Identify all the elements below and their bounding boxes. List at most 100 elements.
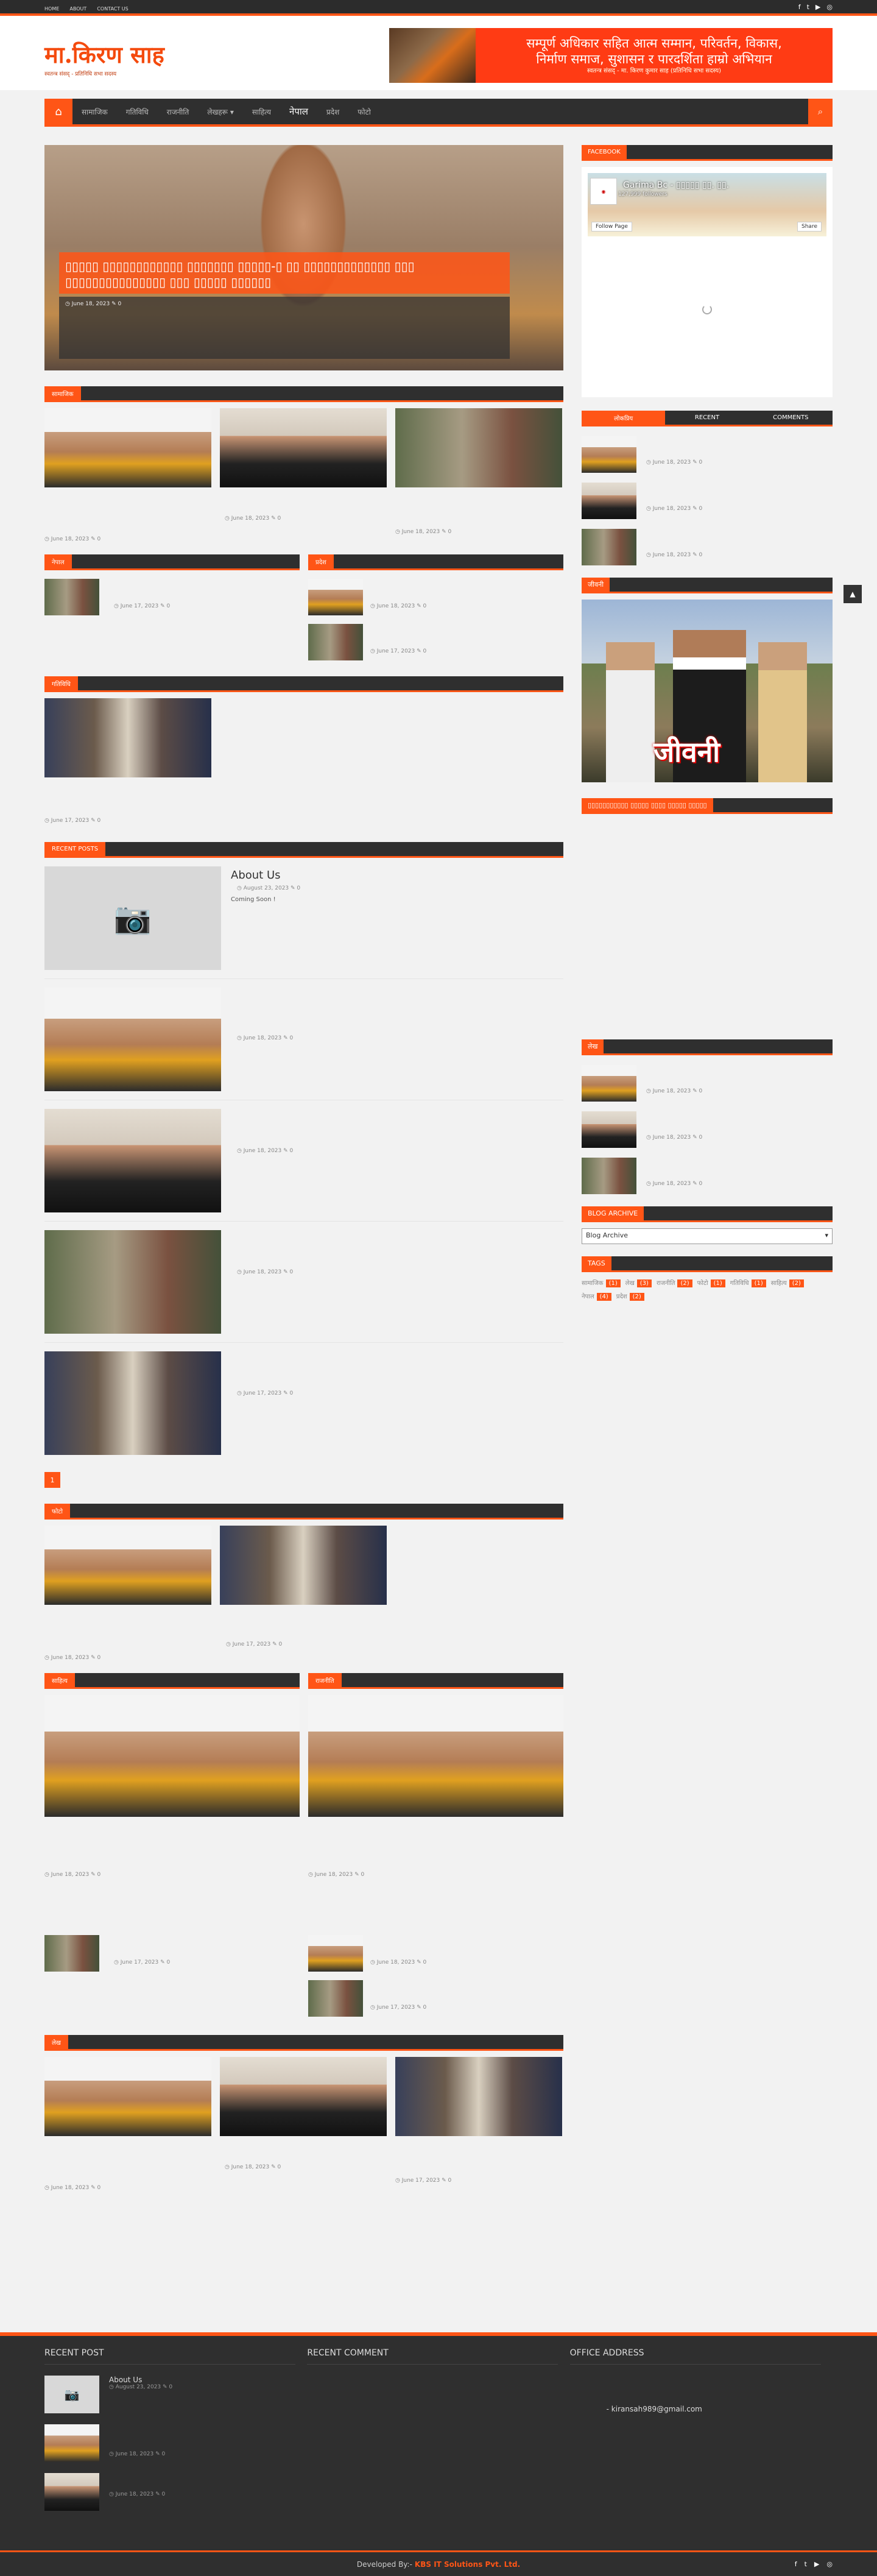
post-thumbnail[interactable] xyxy=(44,579,99,615)
post-thumbnail[interactable] xyxy=(44,1109,221,1212)
footer-post[interactable]: ◷ June 18, 2023 ✎ 0 xyxy=(44,2424,307,2462)
sidebar-post[interactable]: ◷ June 18, 2023 ✎ 0 xyxy=(582,483,833,519)
twitter-icon[interactable]: t xyxy=(805,2560,807,2568)
back-to-top-icon[interactable]: ▲ xyxy=(844,585,862,603)
post-thumbnail[interactable] xyxy=(44,1526,211,1605)
section-title[interactable]: सामाजिक xyxy=(44,386,81,400)
site-logo[interactable]: मा.किरण साह स्वतन्त्र संसद्‌ - प्रतिनिधि… xyxy=(44,41,164,78)
footer-email[interactable]: - kiransah989@gmail.com xyxy=(607,2405,833,2413)
slider-caption[interactable]: ▯▯▯▯▯ ▯▯▯▯▯▯▯▯▯▯▯▯ ▯▯▯▯▯▯▯ ▯▯▯▯▯-▯ ▯▯ ▯▯… xyxy=(59,252,510,294)
post-thumbnail[interactable] xyxy=(308,579,363,615)
tag[interactable]: फोटो (1) xyxy=(697,1278,725,1287)
section-title[interactable]: गतिविधि xyxy=(44,676,78,690)
tag[interactable]: प्रदेश (2) xyxy=(616,1292,644,1301)
post-title[interactable]: About Us xyxy=(231,869,300,882)
sidebar-post[interactable]: ◷ June 18, 2023 ✎ 0 xyxy=(582,1065,833,1102)
instagram-icon[interactable]: ◎ xyxy=(826,3,833,11)
tag[interactable]: साहित्य (2) xyxy=(771,1278,804,1287)
post-card[interactable]: ◷ June 18, 2023 ✎ 0 xyxy=(44,1526,211,1661)
tag[interactable]: लेख (3) xyxy=(625,1278,652,1287)
twitter-icon[interactable]: t xyxy=(807,3,809,11)
tab-recent[interactable]: RECENT xyxy=(665,411,748,425)
youtube-icon[interactable]: ▶ xyxy=(815,3,820,11)
sidebar-post[interactable]: ◷ June 18, 2023 ✎ 0 xyxy=(582,1158,833,1194)
share-button[interactable]: Share xyxy=(797,222,822,232)
post-thumbnail[interactable] xyxy=(582,1158,636,1194)
tag[interactable]: गतिविधि (1) xyxy=(730,1278,766,1287)
camera-icon[interactable]: 📷 xyxy=(44,866,221,970)
section-title[interactable]: लेख xyxy=(44,2035,68,2049)
camera-icon[interactable]: 📷 xyxy=(44,2376,99,2413)
home-icon[interactable]: ⌂ xyxy=(44,99,72,124)
post-thumbnail[interactable] xyxy=(582,483,636,519)
post-thumbnail[interactable] xyxy=(582,1065,636,1102)
tab-comments[interactable]: COMMENTS xyxy=(749,411,833,425)
post-thumbnail[interactable] xyxy=(582,1111,636,1148)
post-thumbnail[interactable] xyxy=(44,1935,99,1972)
top-link-home[interactable]: HOME xyxy=(44,6,59,12)
top-link-about[interactable]: ABOUT xyxy=(69,6,86,12)
mini-post[interactable]: ◷ June 18, 2023 ✎ 0 xyxy=(308,1935,563,1972)
section-title[interactable]: साहित्य xyxy=(44,1673,75,1687)
follow-page-button[interactable]: Follow Page xyxy=(591,222,632,232)
sidebar-post[interactable]: ◷ June 18, 2023 ✎ 0 xyxy=(582,1111,833,1148)
post-thumbnail[interactable] xyxy=(44,1351,221,1455)
nav-item-dropdown[interactable]: लेखहरू ▾ xyxy=(198,107,243,117)
post-thumbnail[interactable] xyxy=(44,408,211,487)
mini-post[interactable]: ◷ June 17, 2023 ✎ 0 xyxy=(44,579,300,615)
post-thumbnail[interactable] xyxy=(395,2057,562,2136)
mini-post[interactable]: ◷ June 18, 2023 ✎ 0 xyxy=(308,579,563,615)
post-thumbnail[interactable] xyxy=(582,436,636,473)
nav-item[interactable]: फोटो xyxy=(348,107,380,117)
post-thumbnail[interactable] xyxy=(44,988,221,1091)
recent-post[interactable]: ◷ June 18, 2023 ✎ 0 xyxy=(44,1222,563,1343)
post-card[interactable]: ◷ June 18, 2023 ✎ 0 xyxy=(44,2057,211,2191)
post-thumbnail[interactable] xyxy=(308,624,363,660)
post-card[interactable]: ◷ June 17, 2023 ✎ 0 xyxy=(44,698,211,824)
mini-post[interactable]: ◷ June 17, 2023 ✎ 0 xyxy=(308,624,563,660)
post-thumbnail[interactable] xyxy=(395,408,562,487)
post-card[interactable]: ◷ June 17, 2023 ✎ 0 xyxy=(395,2057,562,2191)
developer-link[interactable]: KBS IT Solutions Pvt. Ltd. xyxy=(415,2560,520,2569)
post-thumbnail[interactable] xyxy=(44,2424,99,2462)
jivani-image[interactable]: जीवनी xyxy=(582,600,833,782)
facebook-widget[interactable]: ◉ Garima Bc - ▯▯▯▯▯ ▯▯. ▯▯. 127,999 foll… xyxy=(582,167,833,397)
top-link-contact[interactable]: CONTACT US xyxy=(97,6,128,12)
recent-post[interactable]: ◷ June 18, 2023 ✎ 0 xyxy=(44,979,563,1100)
tag[interactable]: सामाजिक (1) xyxy=(582,1278,621,1287)
post-thumbnail[interactable] xyxy=(308,1980,363,2017)
blog-archive-select[interactable]: Blog Archive ▾ xyxy=(582,1228,833,1244)
featured-slider[interactable]: ▯▯▯▯▯ ▯▯▯▯▯▯▯▯▯▯▯▯ ▯▯▯▯▯▯▯ ▯▯▯▯▯-▯ ▯▯ ▯▯… xyxy=(44,145,563,370)
recent-post[interactable]: 📷 About Us ◷ August 23, 2023 ✎ 0 Coming … xyxy=(44,858,563,979)
sidebar-post[interactable]: ◷ June 18, 2023 ✎ 0 xyxy=(582,529,833,565)
facebook-page-avatar[interactable]: ◉ xyxy=(590,178,617,205)
mini-post[interactable]: ◷ June 17, 2023 ✎ 0 xyxy=(44,1935,300,1972)
nav-item[interactable]: गतिविधि xyxy=(117,107,158,117)
tab-popular[interactable]: लोकप्रिय xyxy=(582,411,666,425)
footer-post[interactable]: ◷ June 18, 2023 ✎ 0 xyxy=(44,2473,307,2511)
post-thumbnail[interactable] xyxy=(44,2473,99,2511)
post-card[interactable]: ◷ June 18, 2023 ✎ 0 xyxy=(220,408,387,542)
section-title[interactable]: नेपाल xyxy=(44,554,72,568)
facebook-page-name[interactable]: Garima Bc - ▯▯▯▯▯ ▯▯. ▯▯. xyxy=(623,180,729,190)
post-card[interactable]: ◷ June 17, 2023 ✎ 0 xyxy=(220,1526,387,1661)
post-thumbnail[interactable] xyxy=(44,1230,221,1334)
instagram-icon[interactable]: ◎ xyxy=(826,2560,833,2568)
post-card[interactable]: ◷ June 18, 2023 ✎ 0 xyxy=(44,408,211,542)
jivani-caption[interactable]: ▯▯▯▯▯▯▯▯▯▯▯ ▯▯▯▯▯ ▯▯▯▯ ▯▯▯▯▯ ▯▯▯▯▯ xyxy=(582,798,713,812)
section-title[interactable]: प्रदेश xyxy=(308,554,334,568)
nav-item[interactable]: साहित्य xyxy=(243,107,280,117)
tag[interactable]: राजनीति (2) xyxy=(657,1278,692,1287)
post-thumbnail[interactable] xyxy=(220,1526,387,1605)
recent-post[interactable]: ◷ June 18, 2023 ✎ 0 xyxy=(44,1100,563,1222)
post-thumbnail[interactable] xyxy=(220,2057,387,2136)
nav-item-active[interactable]: नेपाल xyxy=(280,105,317,118)
footer-post[interactable]: 📷 About Us ◷ August 23, 2023 ✎ 0 xyxy=(44,2376,307,2413)
youtube-icon[interactable]: ▶ xyxy=(814,2560,819,2568)
post-thumbnail[interactable] xyxy=(308,1695,563,1817)
nav-item[interactable]: प्रदेश xyxy=(317,107,348,117)
post-thumbnail[interactable] xyxy=(44,1695,300,1817)
recent-post[interactable]: ◷ June 17, 2023 ✎ 0 xyxy=(44,1343,563,1463)
section-title[interactable]: राजनीति xyxy=(308,1673,342,1687)
post-thumbnail[interactable] xyxy=(44,698,211,777)
